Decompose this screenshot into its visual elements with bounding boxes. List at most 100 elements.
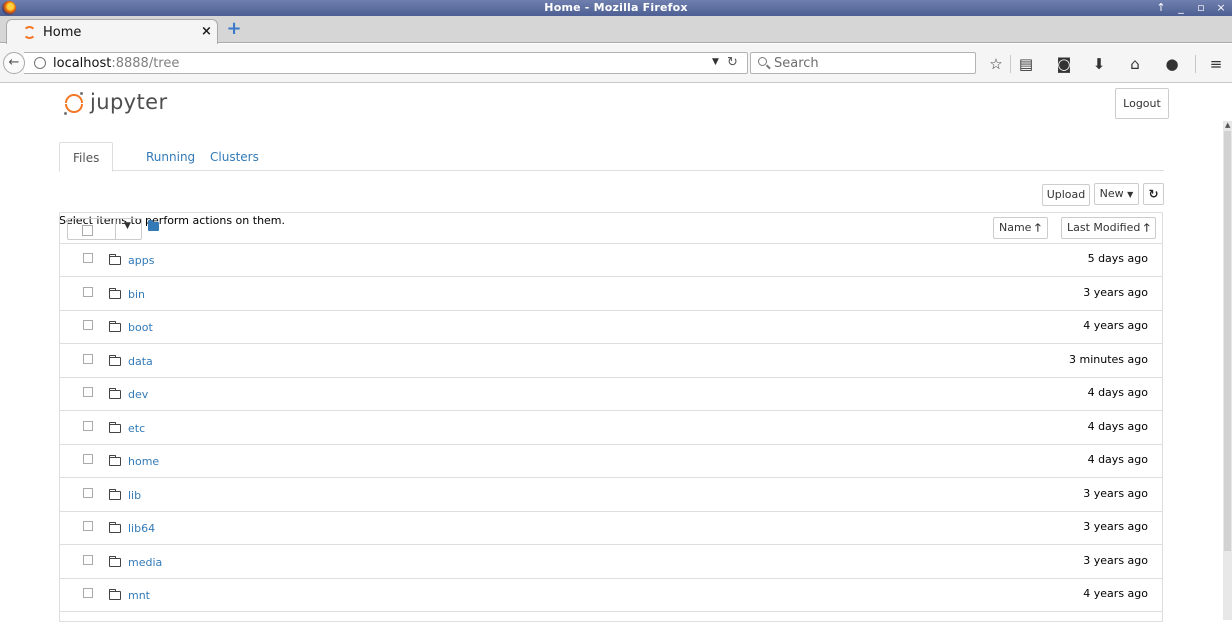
new-button[interactable]: New ▼ xyxy=(1094,183,1139,205)
folder-link[interactable]: home xyxy=(128,455,159,468)
folder-link[interactable]: data xyxy=(128,355,153,368)
folder-icon xyxy=(109,589,121,600)
table-row[interactable]: apps 5 days ago xyxy=(60,244,1162,277)
folder-icon xyxy=(148,220,159,231)
row-checkbox[interactable] xyxy=(83,387,93,397)
last-modified: 3 years ago xyxy=(1083,285,1148,299)
close-tab-icon[interactable]: × xyxy=(201,24,212,39)
minimize-icon[interactable]: _ xyxy=(1172,1,1190,14)
table-row[interactable]: etc 4 days ago xyxy=(60,412,1162,445)
table-row[interactable]: lib64 3 years ago xyxy=(60,512,1162,545)
sort-by-name-button[interactable]: Name 🡑 xyxy=(993,217,1048,239)
arrow-up-icon: 🡑 xyxy=(1143,221,1150,234)
row-checkbox[interactable] xyxy=(83,454,93,464)
table-row[interactable]: bin 3 years ago xyxy=(60,278,1162,311)
table-row[interactable]: data 3 minutes ago xyxy=(60,345,1162,378)
bookmarks-menu-icon[interactable]: ▤ xyxy=(1017,55,1035,73)
site-identity-icon[interactable] xyxy=(34,57,46,69)
row-checkbox[interactable] xyxy=(83,286,93,297)
home-icon[interactable]: ⌂ xyxy=(1126,55,1144,73)
search-icon xyxy=(758,57,767,66)
select-all-dropdown[interactable]: ▼ xyxy=(67,218,142,240)
last-modified: 3 years ago xyxy=(1083,553,1148,567)
jupyter-wordmark: jupyter xyxy=(90,90,168,114)
new-button-label: New xyxy=(1099,187,1124,200)
page-scrollbar[interactable]: ▲ xyxy=(1223,121,1232,620)
select-all-checkbox[interactable] xyxy=(82,225,93,236)
navigation-toolbar: localhost:8888/tree ▼ ↻ ← ☆ ▤ ◙ ⬇ ⌂ ● ≡ xyxy=(0,44,1232,83)
table-row[interactable]: mnt 4 years ago xyxy=(60,579,1162,612)
pocket-icon[interactable]: ◙ xyxy=(1055,55,1073,73)
search-input[interactable] xyxy=(774,55,970,71)
downloads-icon[interactable]: ⬇ xyxy=(1090,55,1108,73)
table-row[interactable]: boot 4 years ago xyxy=(60,311,1162,344)
last-modified: 4 years ago xyxy=(1083,587,1148,600)
folder-link[interactable]: etc xyxy=(128,422,145,435)
jupyter-logo-icon xyxy=(64,92,84,115)
sort-modified-label: Last Modified xyxy=(1067,221,1141,234)
last-modified: 4 days ago xyxy=(1087,386,1148,399)
row-checkbox[interactable] xyxy=(83,253,93,263)
sort-name-label: Name xyxy=(999,221,1032,234)
url-history-dropdown-icon[interactable]: ▼ xyxy=(712,57,719,67)
folder-icon xyxy=(109,287,121,299)
logout-button[interactable]: Logout xyxy=(1115,88,1169,119)
row-checkbox[interactable] xyxy=(83,554,93,565)
url-bar[interactable]: localhost:8888/tree ▼ ↻ xyxy=(24,52,748,74)
sort-by-modified-button[interactable]: Last Modified 🡑 xyxy=(1061,217,1156,239)
new-tab-icon[interactable]: + xyxy=(226,20,242,38)
row-checkbox[interactable] xyxy=(83,487,93,498)
last-modified: 3 years ago xyxy=(1083,486,1148,500)
close-window-icon[interactable]: × xyxy=(1212,1,1230,14)
last-modified: 4 days ago xyxy=(1087,419,1148,433)
search-bar[interactable] xyxy=(750,52,976,74)
tab-files[interactable]: Files xyxy=(59,142,114,172)
scrollbar-thumb[interactable] xyxy=(1224,131,1231,551)
reload-icon[interactable]: ↻ xyxy=(727,55,738,70)
dashboard-tabs: Files Running Clusters xyxy=(59,142,1164,172)
caret-down-icon[interactable]: ▼ xyxy=(124,221,131,231)
folder-link[interactable]: dev xyxy=(128,388,148,401)
bookmark-star-icon[interactable]: ☆ xyxy=(987,55,1005,73)
url-host: localhost xyxy=(53,56,112,71)
last-modified: 3 years ago xyxy=(1083,520,1148,533)
folder-link[interactable]: boot xyxy=(128,321,153,334)
table-row[interactable]: dev 4 days ago xyxy=(60,378,1162,411)
folder-icon xyxy=(109,421,121,433)
last-modified: 5 days ago xyxy=(1087,252,1148,265)
row-checkbox[interactable] xyxy=(83,420,93,431)
scroll-up-icon[interactable]: ▲ xyxy=(1225,121,1230,129)
folder-link[interactable]: mnt xyxy=(128,589,150,602)
table-row[interactable]: lib 3 years ago xyxy=(60,479,1162,512)
last-modified: 4 years ago xyxy=(1083,319,1148,332)
url-path: :8888/tree xyxy=(111,56,180,71)
maximize-icon[interactable]: ▫ xyxy=(1192,1,1210,14)
toolbar-separator xyxy=(1195,55,1196,73)
file-list: ▼ Name 🡑 Last Modified 🡑 apps 5 days ago b… xyxy=(59,212,1163,622)
table-row[interactable]: home 4 days ago xyxy=(60,445,1162,478)
folder-link[interactable]: media xyxy=(128,556,162,569)
row-checkbox[interactable] xyxy=(83,588,93,598)
file-list-header: ▼ Name 🡑 Last Modified 🡑 xyxy=(60,213,1162,244)
table-row[interactable]: media 3 years ago xyxy=(60,546,1162,579)
folder-link[interactable]: bin xyxy=(128,288,145,301)
folder-link[interactable]: lib64 xyxy=(128,522,155,535)
browser-tab-strip: Home × + xyxy=(0,16,1232,44)
back-button[interactable]: ← xyxy=(3,52,25,74)
hamburger-menu-icon[interactable]: ≡ xyxy=(1207,55,1225,73)
window-title: Home - Mozilla Firefox xyxy=(544,1,688,14)
jupyter-favicon-icon xyxy=(23,26,36,39)
row-checkbox[interactable] xyxy=(83,353,93,364)
folder-icon xyxy=(109,354,121,366)
folder-icon xyxy=(109,522,121,533)
upload-button[interactable]: Upload xyxy=(1042,184,1090,206)
browser-tab-home[interactable]: Home × xyxy=(6,19,218,44)
tab-clusters[interactable]: Clusters xyxy=(197,142,272,171)
refresh-button[interactable]: ↻ xyxy=(1143,183,1164,205)
folder-link[interactable]: lib xyxy=(128,489,141,502)
row-checkbox[interactable] xyxy=(83,320,93,330)
window-menu-icon[interactable]: ↑ xyxy=(1152,1,1170,14)
folder-link[interactable]: apps xyxy=(128,254,154,267)
row-checkbox[interactable] xyxy=(83,521,93,531)
chat-icon[interactable]: ● xyxy=(1163,55,1181,73)
